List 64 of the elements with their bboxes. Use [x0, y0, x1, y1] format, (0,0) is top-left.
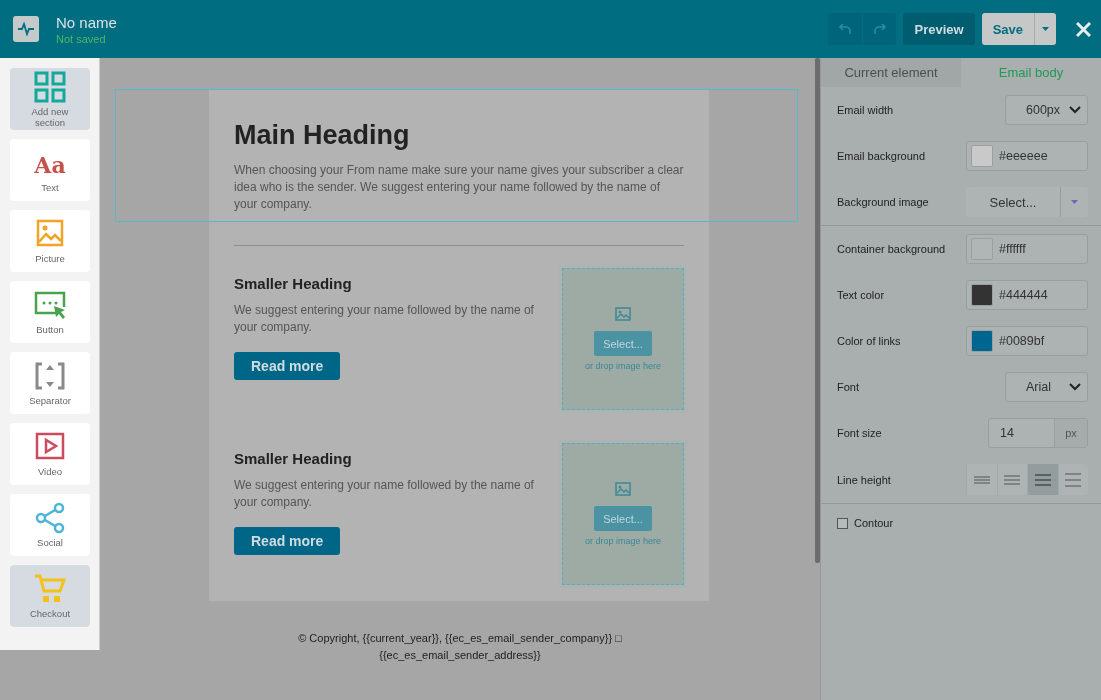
intro-paragraph: When choosing your From name make sure your name gives your subscriber a clear idea who is the sender. We suggest entering your name followed by the name of your company.: [234, 162, 684, 213]
section-heading: Smaller Heading: [234, 275, 353, 293]
section-paragraph: We suggest entering your name followed by the name of your company.: [234, 302, 535, 336]
chevron-icon: [1069, 106, 1081, 114]
setting-label: Email width: [837, 104, 894, 116]
panel-tab[interactable]: Current element: [821, 58, 961, 87]
separator-icon: [34, 360, 66, 392]
button-cursor-icon: [34, 289, 66, 321]
scrollbar[interactable]: [815, 58, 820, 563]
tool-item[interactable]: Picture: [10, 210, 90, 272]
image-icon: [615, 307, 631, 321]
caret-icon: [1071, 200, 1078, 204]
line-spacing-icon: [1065, 472, 1082, 487]
number-field[interactable]: 14 px: [988, 418, 1088, 448]
setting-label: Font: [837, 381, 859, 393]
chevron-icon: [1069, 383, 1081, 391]
text-icon: Aa: [34, 147, 66, 179]
tool-item[interactable]: Add new section: [10, 68, 90, 130]
color-field[interactable]: #eeeeee: [966, 141, 1088, 171]
main-heading: Main Heading: [234, 120, 411, 150]
undo-icon: [839, 23, 852, 35]
setting-label: Email background: [837, 150, 926, 162]
read-more-button[interactable]: Read more: [234, 527, 341, 555]
setting-label: Text color: [837, 289, 885, 301]
line-height-option[interactable]: [1027, 464, 1058, 495]
document-title: No name: [56, 13, 118, 31]
pulse-icon: [17, 22, 35, 36]
image-icon: [615, 482, 631, 496]
tool-item[interactable]: Social: [10, 494, 90, 556]
tool-item[interactable]: Aa Text: [10, 139, 90, 201]
read-more-button[interactable]: Read more: [234, 352, 341, 380]
preview-button[interactable]: Preview: [903, 13, 975, 45]
tool-item[interactable]: Checkout: [10, 565, 90, 627]
dropdown[interactable]: 600px: [1005, 95, 1088, 125]
cart-icon: [34, 573, 66, 605]
share-icon: [34, 502, 66, 534]
section-paragraph: We suggest entering your name followed by the name of your company.: [234, 477, 535, 511]
footer-text: {{ec_es_email_sender_address}}: [379, 648, 541, 663]
caret-icon: [1042, 27, 1049, 31]
tool-item[interactable]: Button: [10, 281, 90, 343]
grid-icon: [34, 70, 66, 103]
setting-label: Color of links: [837, 335, 901, 347]
color-field[interactable]: #ffffff: [966, 234, 1088, 264]
color-field[interactable]: #444444: [966, 280, 1088, 310]
line-spacing-icon: [1034, 473, 1051, 486]
footer-text: © Copyright, {{current_year}}, {{ec_es_email_sender_company}} □: [298, 631, 622, 646]
save-status: Not saved: [56, 32, 107, 45]
close-icon: [1076, 21, 1091, 37]
setting-label: Container background: [837, 243, 946, 255]
line-spacing-icon: [973, 475, 990, 484]
close-button[interactable]: [1076, 21, 1091, 37]
tool-item[interactable]: Separator: [10, 352, 90, 414]
line-spacing-icon: [1004, 474, 1021, 485]
drop-hint: or drop image here: [584, 361, 661, 371]
section-heading: Smaller Heading: [234, 450, 353, 468]
dropdown[interactable]: Arial: [1005, 372, 1088, 402]
color-field[interactable]: #0089bf: [966, 326, 1088, 356]
redo-icon: [873, 23, 886, 35]
drop-hint: or drop image here: [584, 536, 661, 546]
setting-label: Line height: [837, 473, 891, 486]
setting-label: Background image: [837, 196, 929, 208]
tool-item[interactable]: Video: [10, 423, 90, 485]
setting-label: Font size: [837, 427, 882, 439]
contour-checkbox[interactable]: Contour: [837, 512, 1088, 534]
